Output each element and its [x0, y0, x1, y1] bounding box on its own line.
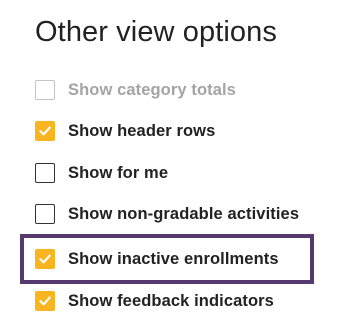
option-label: Show category totals	[68, 80, 236, 99]
option-label: Show header rows	[68, 121, 216, 140]
section-title: Other view options	[35, 16, 277, 48]
checkbox-show-inactive-enrollments[interactable]	[35, 249, 55, 269]
option-label: Show feedback indicators	[68, 291, 274, 310]
option-show-feedback-indicators[interactable]: Show feedback indicators	[35, 288, 274, 314]
option-show-category-totals[interactable]: Show category totals	[35, 77, 236, 103]
option-show-for-me[interactable]: Show for me	[35, 160, 168, 186]
view-options-panel: Other view options Show category totals …	[0, 0, 339, 318]
checkbox-show-non-gradable-activities[interactable]	[35, 204, 55, 224]
option-show-inactive-enrollments[interactable]: Show inactive enrollments	[35, 246, 279, 272]
option-label: Show for me	[68, 163, 169, 182]
option-show-non-gradable-activities[interactable]: Show non-gradable activities	[35, 201, 299, 227]
checkbox-show-header-rows[interactable]	[35, 121, 55, 141]
option-label: Show non-gradable activities	[68, 204, 300, 223]
checkbox-show-feedback-indicators[interactable]	[35, 291, 55, 311]
check-icon	[39, 296, 51, 306]
option-show-header-rows[interactable]: Show header rows	[35, 118, 215, 144]
option-label: Show inactive enrollments	[68, 249, 279, 268]
check-icon	[39, 126, 51, 136]
checkbox-show-category-totals[interactable]	[35, 80, 55, 100]
check-icon	[39, 254, 51, 264]
checkbox-show-for-me[interactable]	[35, 163, 55, 183]
